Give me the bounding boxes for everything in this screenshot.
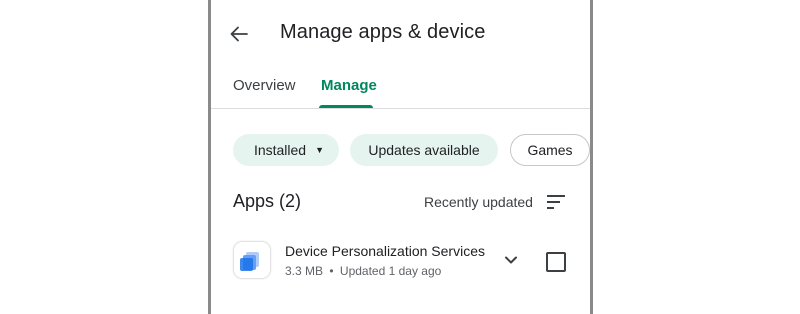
arrow-left-icon bbox=[230, 26, 248, 42]
tabs-divider bbox=[211, 108, 590, 109]
tab-manage[interactable]: Manage bbox=[321, 77, 377, 94]
chevron-down-icon[interactable] bbox=[501, 250, 521, 270]
device-personalization-app-icon bbox=[234, 242, 270, 278]
apps-count-heading: Apps (2) bbox=[233, 191, 302, 211]
installed-chip-label: Installed bbox=[253, 142, 307, 158]
app-name: Device Personalization Services bbox=[285, 243, 485, 259]
app-select-checkbox[interactable] bbox=[546, 252, 566, 272]
sort-order-button[interactable]: Recently updated bbox=[424, 194, 533, 210]
device-frame-right-edge bbox=[590, 0, 593, 314]
stacked-cards-icon bbox=[240, 252, 259, 271]
app-size: 3.3 MB bbox=[285, 264, 324, 278]
app-meta: 3.3 MB • Updated 1 day ago bbox=[285, 264, 441, 278]
meta-separator: • bbox=[329, 264, 334, 278]
dropdown-caret-icon: ▼ bbox=[315, 145, 325, 155]
back-button[interactable] bbox=[225, 20, 253, 48]
games-chip-label: Games bbox=[527, 142, 573, 158]
page-title: Manage apps & device bbox=[280, 21, 486, 43]
app-list-item[interactable]: Device Personalization Services 3.3 MB •… bbox=[211, 236, 590, 288]
manage-apps-screen: Manage apps & device Overview Manage Ins… bbox=[211, 0, 590, 314]
updates-chip-label: Updates available bbox=[368, 142, 480, 158]
sort-icon[interactable] bbox=[544, 192, 568, 212]
updates-available-filter-chip[interactable]: Updates available bbox=[350, 134, 498, 166]
tab-overview[interactable]: Overview bbox=[233, 77, 296, 94]
games-filter-chip[interactable]: Games bbox=[510, 134, 590, 166]
app-updated-time: Updated 1 day ago bbox=[339, 264, 442, 278]
installed-filter-chip[interactable]: Installed ▼ bbox=[233, 134, 339, 166]
